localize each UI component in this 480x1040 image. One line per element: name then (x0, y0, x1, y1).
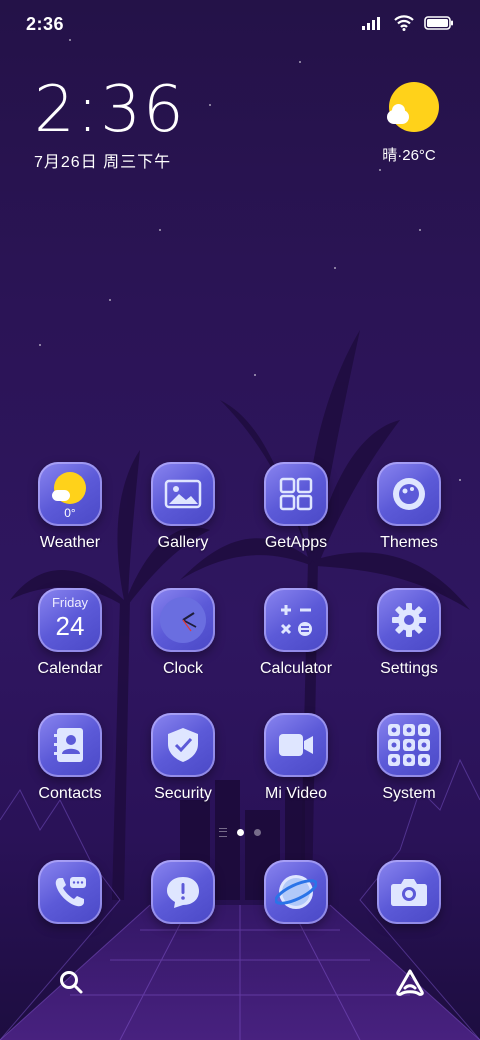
app-drawer-indicator[interactable] (219, 828, 227, 837)
app-label: Contacts (38, 785, 102, 802)
page-indicator (0, 828, 480, 837)
sunny-cloud-icon (387, 82, 439, 132)
video-icon (264, 713, 328, 777)
phone-icon (38, 860, 102, 924)
contacts-icon (38, 713, 102, 777)
app-contacts[interactable]: Contacts (15, 713, 125, 803)
app-label: Security (154, 785, 212, 802)
search-icon (60, 971, 83, 994)
status-time: 2:36 (26, 14, 65, 34)
app-label: Clock (162, 660, 203, 677)
camera-icon (377, 860, 441, 924)
app-settings[interactable]: Settings (354, 588, 464, 678)
app-calendar[interactable]: Friday 24 Calendar (15, 588, 125, 678)
widget-time: 2:36 (34, 73, 186, 147)
app-label: Calculator (259, 660, 333, 677)
app-label: Themes (380, 534, 438, 551)
app-gallery[interactable]: Gallery (128, 462, 238, 552)
signal-icon (362, 17, 380, 30)
palette-icon (377, 462, 441, 526)
app-weather[interactable]: 0° Weather (15, 462, 125, 552)
widget-date: 7月26日 周三下午 (34, 154, 172, 171)
app-clock[interactable]: Clock (128, 588, 238, 678)
clock-widget[interactable]: 2:36 7月26日 周三下午 (34, 78, 186, 172)
app-label: Settings (380, 660, 438, 677)
assistant-button[interactable] (394, 966, 426, 998)
calendar-weekday: Friday (51, 595, 89, 610)
app-label: System (382, 785, 436, 802)
status-bar: 2:36 (0, 0, 480, 48)
weather-widget[interactable]: 晴·26°C (382, 82, 444, 165)
browser-icon (264, 860, 328, 924)
shield-icon (151, 713, 215, 777)
dock-camera[interactable] (354, 860, 464, 924)
app-themes[interactable]: Themes (354, 462, 464, 552)
message-icon (151, 860, 215, 924)
app-system-folder[interactable]: System (354, 713, 464, 803)
calendar-day: 24 (55, 611, 85, 641)
page-dot-active[interactable] (237, 829, 244, 836)
dock-phone[interactable] (15, 860, 125, 924)
app-label: Gallery (157, 534, 209, 551)
app-label: Calendar (37, 660, 103, 677)
folder-icon (377, 713, 441, 777)
image-icon (151, 462, 215, 526)
dock-messages[interactable] (128, 860, 238, 924)
search-button[interactable] (55, 966, 87, 998)
app-calculator[interactable]: Calculator (241, 588, 351, 678)
gear-icon (377, 588, 441, 652)
app-getapps[interactable]: GetApps (241, 462, 351, 552)
app-label: GetApps (264, 534, 328, 551)
wifi-icon (394, 15, 414, 31)
weather-summary: 晴·26°C (382, 147, 436, 164)
weather-temp: 0° (64, 506, 76, 520)
assistant-icon (396, 969, 424, 996)
status-icons (362, 15, 454, 31)
app-label: Weather (39, 534, 101, 551)
app-label: Mi Video (265, 785, 327, 802)
page-dot[interactable] (254, 829, 261, 836)
app-mi-video[interactable]: Mi Video (241, 713, 351, 803)
dock-browser[interactable] (241, 860, 351, 924)
app-security[interactable]: Security (128, 713, 238, 803)
calculator-icon (264, 588, 328, 652)
grid-icon (264, 462, 328, 526)
calendar-icon: Friday 24 (38, 588, 102, 652)
clock-icon (151, 588, 215, 652)
weather-icon: 0° (38, 462, 102, 526)
battery-icon (424, 16, 453, 30)
